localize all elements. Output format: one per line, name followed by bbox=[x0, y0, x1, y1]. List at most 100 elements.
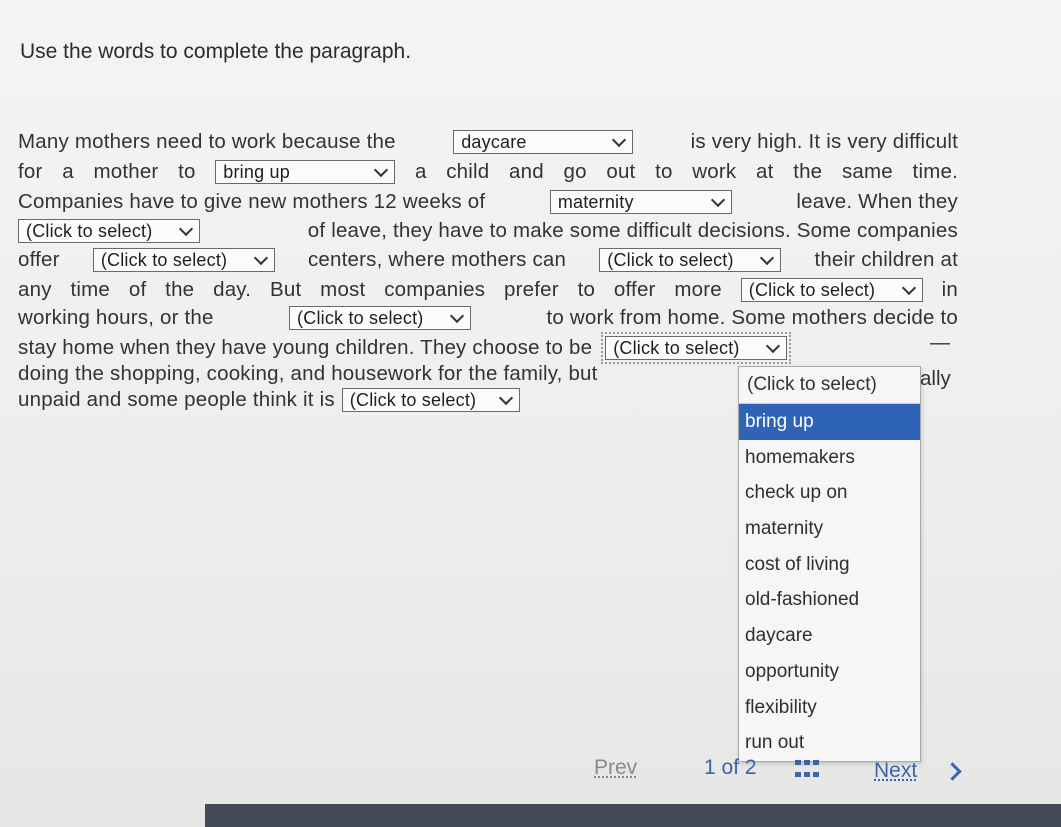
blank-7-select[interactable]: (Click to select) bbox=[740, 278, 923, 302]
word: any bbox=[18, 278, 52, 301]
instructions: Use the words to complete the paragraph. bbox=[20, 40, 412, 63]
blank-value: (Click to select) bbox=[100, 249, 228, 270]
text: offer bbox=[18, 248, 60, 271]
word: child bbox=[446, 160, 490, 183]
dropdown-option[interactable]: cost of living bbox=[739, 547, 920, 583]
text: leave. When they bbox=[796, 190, 958, 213]
chevron-down-icon bbox=[901, 280, 916, 296]
dropdown-list[interactable]: (Click to select) bring up homemakers ch… bbox=[738, 366, 921, 762]
dropdown-option[interactable]: old-fashioned bbox=[739, 582, 920, 618]
dropdown-option[interactable]: opportunity bbox=[739, 654, 920, 690]
chevron-down-icon bbox=[766, 338, 781, 354]
partial-word: ally bbox=[920, 367, 951, 390]
text: stay home when they have young children.… bbox=[18, 336, 593, 359]
chevron-down-icon bbox=[760, 250, 775, 266]
word: time. bbox=[912, 160, 958, 183]
next-button[interactable]: Next bbox=[874, 759, 917, 783]
blank-value: (Click to select) bbox=[613, 337, 740, 358]
dropdown-option[interactable]: maternity bbox=[739, 511, 920, 547]
page-count: 1 of 2 bbox=[704, 756, 757, 779]
dropdown-option[interactable]: check up on bbox=[739, 475, 920, 511]
chevron-down-icon bbox=[612, 132, 627, 148]
paragraph-line-4: (Click to select) of leave, they have to… bbox=[18, 217, 958, 245]
blank-value: (Click to select) bbox=[349, 389, 477, 410]
word: time bbox=[70, 278, 111, 301]
word: a bbox=[62, 160, 74, 183]
blank-2-select[interactable]: bring up bbox=[215, 160, 396, 184]
word: most bbox=[320, 278, 366, 301]
blank-value: (Click to select) bbox=[607, 249, 734, 270]
paragraph-line-8: stay home when they have young children.… bbox=[18, 332, 958, 364]
blank-6-select[interactable]: (Click to select) bbox=[599, 248, 782, 272]
prev-button[interactable]: Prev bbox=[594, 756, 637, 780]
taskbar bbox=[205, 804, 1061, 827]
grid-icon[interactable] bbox=[795, 760, 819, 780]
chevron-down-icon bbox=[498, 390, 513, 406]
word: to bbox=[655, 160, 673, 183]
word: same bbox=[841, 160, 893, 183]
blank-value: (Click to select) bbox=[297, 307, 424, 328]
blank-value: daycare bbox=[461, 131, 527, 152]
text: Companies have to give new mothers 12 we… bbox=[18, 190, 486, 213]
chevron-down-icon bbox=[710, 192, 725, 208]
dash: — bbox=[930, 332, 950, 354]
paragraph-line-7: working hours, or the (Click to select) … bbox=[18, 304, 958, 332]
text: of leave, they have to make some difficu… bbox=[307, 219, 958, 242]
blank-9-select[interactable]: (Click to select) bbox=[601, 332, 792, 364]
word: a bbox=[414, 160, 427, 183]
text: doing the shopping, cooking, and housewo… bbox=[18, 362, 598, 385]
word: mother bbox=[93, 160, 159, 183]
word: to bbox=[577, 278, 596, 301]
paragraph-line-6: any time of the day. But most companies … bbox=[18, 276, 958, 304]
word: at bbox=[756, 160, 774, 183]
word: But bbox=[269, 278, 302, 301]
chevron-down-icon bbox=[178, 221, 194, 237]
paragraph-line-5: offer (Click to select) centers, where m… bbox=[18, 246, 958, 274]
text: is very high. It is very difficult bbox=[690, 130, 958, 153]
word: for bbox=[18, 160, 43, 183]
blank-3-select[interactable]: maternity bbox=[549, 190, 732, 214]
dropdown-option[interactable]: flexibility bbox=[739, 690, 920, 726]
text: working hours, or the bbox=[18, 306, 214, 329]
blank-value: (Click to select) bbox=[748, 279, 876, 300]
blank-value: bring up bbox=[223, 161, 290, 182]
word: the bbox=[165, 278, 195, 301]
blank-5-select[interactable]: (Click to select) bbox=[92, 248, 275, 272]
word: day. bbox=[213, 278, 252, 301]
word: the bbox=[793, 160, 823, 183]
chevron-right-icon[interactable] bbox=[943, 762, 962, 781]
text: Many mothers need to work because the bbox=[18, 130, 396, 153]
blank-1-select[interactable]: daycare bbox=[453, 130, 634, 154]
dropdown-option[interactable]: homemakers bbox=[739, 440, 920, 476]
blank-10-select[interactable]: (Click to select) bbox=[341, 388, 520, 412]
word: to bbox=[178, 160, 196, 183]
word: work bbox=[692, 160, 737, 183]
dropdown-option[interactable]: bring up bbox=[739, 404, 920, 440]
blank-value: (Click to select) bbox=[26, 220, 153, 241]
blank-value: maternity bbox=[557, 191, 634, 212]
paragraph-line-1: Many mothers need to work because the da… bbox=[18, 128, 958, 156]
text: unpaid and some people think it is bbox=[18, 388, 335, 411]
word: out bbox=[606, 160, 636, 183]
chevron-down-icon bbox=[449, 308, 465, 324]
paragraph-line-2: for a mother to bring up a child and go … bbox=[18, 158, 958, 186]
text: centers, where mothers can bbox=[307, 248, 567, 271]
word: offer bbox=[613, 278, 656, 301]
dropdown-placeholder-option[interactable]: (Click to select) bbox=[739, 367, 920, 404]
blank-8-select[interactable]: (Click to select) bbox=[289, 306, 472, 330]
chevron-down-icon bbox=[253, 250, 268, 266]
word: more bbox=[674, 278, 722, 301]
word: prefer bbox=[504, 278, 559, 301]
pager: Prev 1 of 2 Next bbox=[0, 756, 1061, 788]
text: their children at bbox=[814, 248, 958, 271]
word: in bbox=[941, 278, 958, 301]
paragraph-line-3: Companies have to give new mothers 12 we… bbox=[18, 188, 958, 216]
word: of bbox=[128, 278, 147, 301]
text: to work from home. Some mothers decide t… bbox=[546, 306, 958, 329]
dropdown-option[interactable]: daycare bbox=[739, 618, 920, 654]
word: go bbox=[563, 160, 587, 183]
word: companies bbox=[384, 278, 486, 301]
word: and bbox=[509, 160, 544, 183]
chevron-down-icon bbox=[374, 162, 389, 178]
blank-4-select[interactable]: (Click to select) bbox=[18, 219, 200, 243]
